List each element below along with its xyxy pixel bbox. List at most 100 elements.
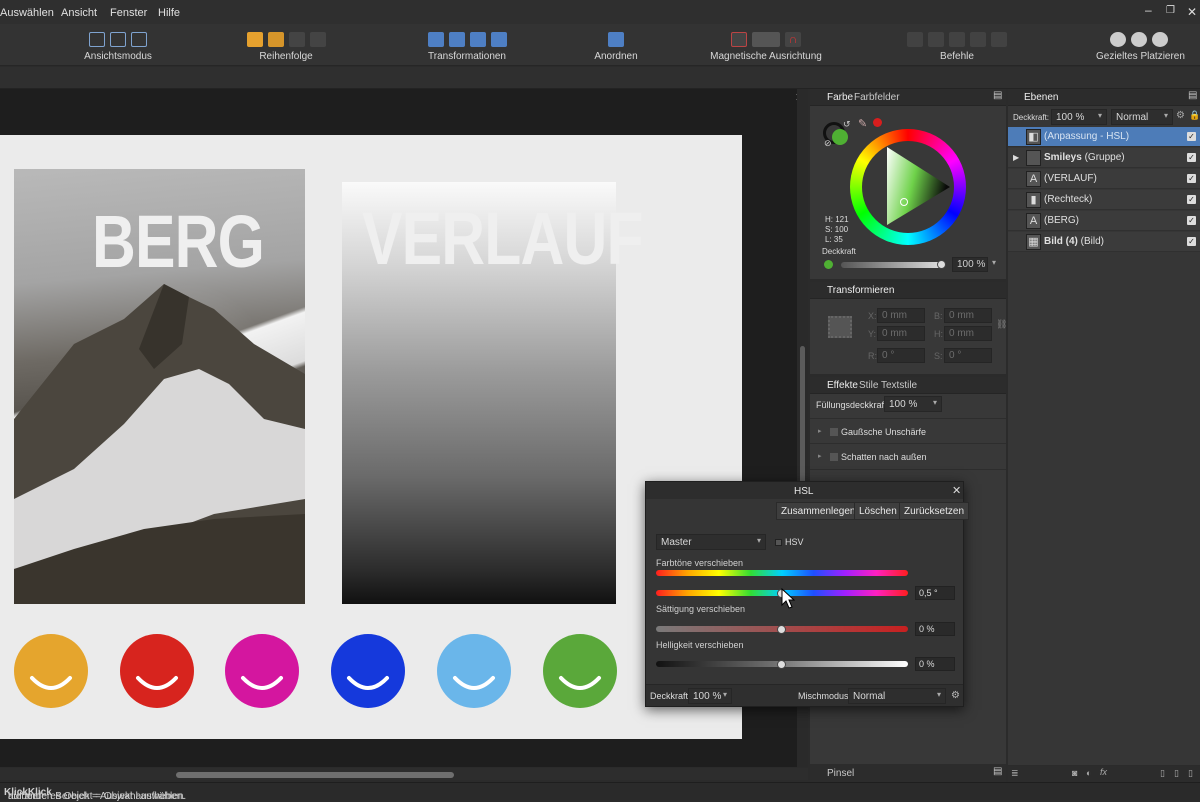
smiley-face[interactable]	[120, 634, 194, 708]
layer-row[interactable]: ▶ Smileys (Gruppe) ✓	[1008, 148, 1200, 168]
saturation-slider-knob[interactable]	[777, 625, 786, 634]
menu-item-help[interactable]: Hilfe	[158, 7, 180, 19]
blend-mode-dropdown[interactable]: Normal ▾	[848, 688, 946, 704]
tab-transform[interactable]: Transformieren	[827, 285, 894, 296]
rotation-field[interactable]: 0 °	[877, 348, 925, 363]
rotate-left-icon[interactable]	[469, 32, 486, 47]
align-icon[interactable]	[608, 32, 624, 47]
layer-visibility-checkbox[interactable]: ✓	[1187, 174, 1196, 183]
tab-text-styles[interactable]: Textstile	[881, 380, 917, 391]
boolean-subtract-icon[interactable]	[928, 32, 944, 47]
hsl-opacity-dropdown[interactable]: 100 % ▾	[688, 688, 732, 704]
layer-row[interactable]: A (BERG) ✓	[1008, 211, 1200, 231]
smiley-face[interactable]	[331, 634, 405, 708]
color-wheel[interactable]	[850, 129, 966, 245]
shear-field[interactable]: 0 °	[944, 348, 992, 363]
opacity-slider-knob[interactable]	[937, 260, 946, 269]
rotate-right-icon[interactable]	[490, 32, 507, 47]
expand-arrow-icon[interactable]: ▶	[1013, 153, 1019, 162]
verlauf-heading[interactable]: VERLAUF	[362, 196, 644, 281]
tab-color[interactable]: Farbe	[827, 92, 853, 103]
adjustment-icon[interactable]: ◐	[1086, 768, 1091, 778]
smiley-face[interactable]	[543, 634, 617, 708]
new-layer-icon[interactable]: ▯	[1160, 768, 1165, 779]
no-color-icon[interactable]: ⊘	[824, 138, 832, 149]
effect-row[interactable]: ▸ Schatten nach außen	[810, 444, 1006, 470]
fx-icon[interactable]: fx	[1100, 767, 1107, 777]
layer-row[interactable]: ▦ Bild (4) (Bild) ✓	[1008, 232, 1200, 252]
saturation-value[interactable]: 0 %	[915, 622, 955, 636]
layer-opacity-dropdown[interactable]: 100 % ▾	[1051, 109, 1107, 125]
x-field[interactable]: 0 mm	[877, 308, 925, 323]
horizontal-scroll-thumb[interactable]	[176, 772, 454, 778]
flip-vertical-icon[interactable]	[448, 32, 465, 47]
gradient-rectangle[interactable]: VERLAUF	[342, 182, 644, 604]
y-field[interactable]: 0 mm	[877, 326, 925, 341]
reset-button[interactable]: Zurücksetzen	[899, 502, 970, 520]
lock-icon[interactable]: 🔒	[1189, 110, 1200, 121]
link-icon[interactable]: ⛓	[996, 319, 1007, 330]
boolean-divide-icon[interactable]	[991, 32, 1007, 47]
menu-item-view[interactable]: Ansicht	[61, 7, 97, 19]
panel-menu-icon[interactable]: ▤	[1188, 90, 1197, 101]
boolean-xor-icon[interactable]	[970, 32, 986, 47]
hsl-title-bar[interactable]: HSL ✕	[646, 482, 963, 499]
layer-visibility-checkbox[interactable]: ✓	[1187, 195, 1196, 204]
layer-visibility-checkbox[interactable]: ✓	[1187, 132, 1196, 141]
minimize-icon[interactable]: –	[1145, 3, 1152, 17]
lightness-value[interactable]: 0 %	[915, 657, 955, 671]
tab-swatches[interactable]: Farbfelder	[854, 92, 900, 103]
expand-arrow-icon[interactable]: ▸	[818, 427, 822, 435]
smiley-face[interactable]	[437, 634, 511, 708]
fill-opacity-dropdown[interactable]: 100 % ▾	[884, 396, 942, 412]
close-icon[interactable]: ✕	[952, 484, 961, 497]
smiley-face[interactable]	[225, 634, 299, 708]
panel-menu-icon[interactable]: ▤	[993, 766, 1002, 777]
preset-dropdown[interactable]: Master ▾	[656, 534, 766, 550]
opacity-value[interactable]: 100 %	[952, 257, 988, 272]
layer-row[interactable]: A (VERLAUF) ✓	[1008, 169, 1200, 189]
placement-icon[interactable]	[1110, 32, 1126, 47]
menu-item-select[interactable]: Auswählen	[0, 7, 54, 19]
smiley-face[interactable]	[14, 634, 88, 708]
layer-blend-dropdown[interactable]: Normal ▾	[1111, 109, 1173, 125]
restore-icon[interactable]: ❐	[1166, 5, 1175, 16]
send-to-back-icon[interactable]	[309, 32, 326, 47]
layer-stack-icon[interactable]: ≣	[1011, 768, 1019, 779]
layer-row[interactable]: ◧ (Anpassung - HSL) ✓	[1008, 127, 1200, 147]
tab-styles[interactable]: Stile	[859, 380, 878, 391]
effect-checkbox[interactable]	[830, 428, 838, 436]
effect-row[interactable]: ▸ Gaußsche Unschärfe	[810, 418, 1006, 444]
berg-heading[interactable]: BERG	[92, 199, 265, 284]
bring-to-front-icon[interactable]	[246, 32, 263, 47]
layer-visibility-checkbox[interactable]: ✓	[1187, 237, 1196, 246]
color-triangle[interactable]	[850, 129, 966, 245]
tab-brushes[interactable]: Pinsel	[827, 768, 854, 779]
tab-effects[interactable]: Effekte	[827, 380, 858, 391]
view-mode-icon[interactable]	[110, 32, 126, 47]
menu-item-window[interactable]: Fenster	[110, 7, 147, 19]
expand-arrow-icon[interactable]: ▸	[818, 452, 822, 460]
snapping-grid-icon[interactable]	[731, 32, 747, 47]
gear-icon[interactable]: ⚙	[1176, 110, 1185, 121]
anchor-point-icon[interactable]	[828, 316, 852, 338]
boolean-intersect-icon[interactable]	[949, 32, 965, 47]
panel-menu-icon[interactable]: ▤	[993, 90, 1002, 101]
layer-row[interactable]: ▮ (Rechteck) ✓	[1008, 190, 1200, 210]
placement-icon[interactable]	[1152, 32, 1168, 47]
view-mode-icon[interactable]	[89, 32, 105, 47]
move-back-icon[interactable]	[288, 32, 305, 47]
duplicate-layer-icon[interactable]: ▯	[1174, 768, 1179, 779]
snapping-options-icon[interactable]	[752, 32, 780, 47]
effect-checkbox[interactable]	[830, 453, 838, 461]
chevron-down-icon[interactable]: ▾	[992, 258, 996, 267]
layer-visibility-checkbox[interactable]: ✓	[1187, 216, 1196, 225]
recent-color-swatch[interactable]	[873, 118, 882, 127]
vertical-scroll-thumb[interactable]	[800, 346, 805, 496]
move-forward-icon[interactable]	[267, 32, 284, 47]
mountain-image[interactable]: BERG	[14, 169, 305, 604]
delete-layer-icon[interactable]: ▯	[1188, 768, 1193, 779]
opacity-slider[interactable]	[841, 262, 941, 268]
w-field[interactable]: 0 mm	[944, 308, 992, 323]
tab-layers[interactable]: Ebenen	[1024, 92, 1058, 103]
